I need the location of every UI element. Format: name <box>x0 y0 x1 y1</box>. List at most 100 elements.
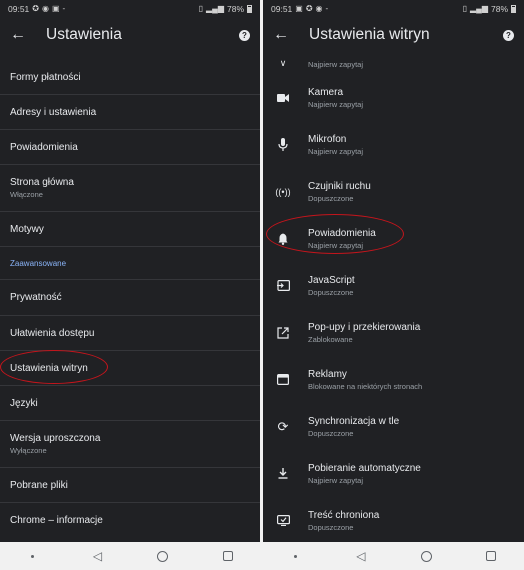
download-icon <box>273 468 293 479</box>
help-icon[interactable]: ? <box>503 29 514 41</box>
site-setting-status: Blokowane na niektórych stronach <box>308 381 423 391</box>
recents-icon <box>222 551 233 561</box>
settings-item-label: Ułatwienia dostępu <box>10 327 95 339</box>
site-setting-ads[interactable]: Reklamy Blokowane na niektórych stronach <box>263 356 524 403</box>
help-icon[interactable]: ? <box>239 29 250 41</box>
section-header-label: Zaawansowane <box>10 258 67 268</box>
nav-menu-button[interactable] <box>18 546 48 566</box>
settings-item-label: Prywatność <box>10 292 62 303</box>
settings-item-homepage[interactable]: Strona główna Włączone <box>0 165 260 212</box>
site-setting-partial[interactable]: ∨ Najpierw zapytaj <box>263 52 524 74</box>
site-setting-title: Mikrofon <box>308 133 347 145</box>
site-setting-status: Najpierw zapytaj <box>308 99 364 109</box>
home-icon <box>420 550 432 562</box>
site-setting-status: Dopuszczone <box>308 287 354 297</box>
nav-home-button[interactable] <box>148 546 178 566</box>
navigation-bar: ◁ <box>263 542 524 570</box>
battery-icon <box>511 5 516 13</box>
more-notifications-icon: - <box>325 4 329 13</box>
sync-icon: ⟳ <box>277 418 289 434</box>
app-bar: ← Ustawienia witryn ? <box>263 18 524 52</box>
settings-list: Formy płatności Adresy i ustawienia Powi… <box>0 60 260 538</box>
site-setting-automatic-downloads[interactable]: Pobieranie automatyczne Najpierw zapytaj <box>263 450 524 497</box>
site-setting-javascript[interactable]: JavaScript Dopuszczone <box>263 262 524 309</box>
nav-recents-button[interactable] <box>213 546 243 566</box>
gallery-icon: ▣ <box>51 4 60 13</box>
right-screen: 09:51 ▣ ✪ ◉ - ▯ ▂▄▆ 78% ← Ustawienia wit… <box>263 0 524 570</box>
site-setting-status: Najpierw zapytaj <box>308 240 364 250</box>
site-setting-title: Kamera <box>308 86 344 98</box>
site-setting-notifications[interactable]: Powiadomienia Najpierw zapytaj <box>263 215 524 262</box>
page-title: Ustawienia witryn <box>309 26 430 43</box>
bell-icon <box>273 233 293 245</box>
navigation-bar: ◁ <box>0 542 260 570</box>
signal-icon: ▂▄▆ <box>206 4 224 13</box>
site-setting-popups[interactable]: Pop-upy i przekierowania Zablokowane <box>263 309 524 356</box>
settings-item-lite-mode[interactable]: Wersja uproszczona Wyłączone <box>0 421 260 468</box>
page-title: Ustawienia <box>46 26 122 43</box>
chevron-down-icon: ∨ <box>279 57 287 68</box>
site-settings-list: ∨ Najpierw zapytaj Kamera Najpierw zapyt… <box>263 52 524 544</box>
nav-menu-button[interactable] <box>281 546 311 566</box>
settings-item-label: Chrome – informacje <box>10 515 103 526</box>
site-setting-title: Pobieranie automatyczne <box>308 462 421 474</box>
site-setting-status: Dopuszczone <box>308 193 354 203</box>
section-header-advanced: Zaawansowane <box>0 247 260 280</box>
notification-icon: ✪ <box>32 4 39 13</box>
microphone-icon <box>273 138 293 151</box>
protected-content-icon <box>273 515 293 526</box>
signal-icon: ▂▄▆ <box>470 4 488 13</box>
settings-item-privacy[interactable]: Prywatność <box>0 280 260 316</box>
settings-item-payment-methods[interactable]: Formy płatności <box>0 60 260 95</box>
vibrate-icon: ▯ <box>462 4 467 13</box>
settings-item-label: Języki <box>10 397 38 409</box>
site-setting-title: JavaScript <box>308 274 355 286</box>
settings-item-downloads[interactable]: Pobrane pliki <box>0 468 260 503</box>
status-time: 09:51 <box>271 4 293 14</box>
battery-percent: 78% <box>226 4 244 14</box>
settings-item-label: Wersja uproszczona <box>10 433 101 444</box>
settings-item-about-chrome[interactable]: Chrome – informacje <box>0 503 260 538</box>
settings-item-accessibility[interactable]: Ułatwienia dostępu <box>0 316 260 351</box>
nav-recents-button[interactable] <box>476 546 506 566</box>
battery-icon <box>247 5 252 13</box>
site-setting-status: Dopuszczone <box>308 428 354 438</box>
site-setting-microphone[interactable]: Mikrofon Najpierw zapytaj <box>263 121 524 168</box>
site-setting-background-sync[interactable]: ⟳ Synchronizacja w tle Dopuszczone <box>263 403 524 450</box>
back-arrow-icon[interactable]: ← <box>10 27 28 43</box>
settings-item-site-settings[interactable]: Ustawienia witryn <box>0 351 260 386</box>
back-arrow-icon[interactable]: ← <box>273 27 291 43</box>
settings-item-label: Pobrane pliki <box>10 479 68 491</box>
settings-item-addresses[interactable]: Adresy i ustawienia <box>0 95 260 130</box>
status-bar: 09:51 ✪ ◉ ▣ - ▯ ▂▄▆ 78% <box>0 0 260 18</box>
site-setting-status: Zablokowane <box>308 334 353 344</box>
site-setting-title: Treść chroniona <box>308 509 380 521</box>
site-setting-motion-sensors[interactable]: ((•)) Czujniki ruchu Dopuszczone <box>263 168 524 215</box>
ads-icon <box>273 374 293 385</box>
settings-item-notifications[interactable]: Powiadomienia <box>0 130 260 165</box>
nav-back-button[interactable]: ◁ <box>346 546 376 566</box>
dot-icon <box>31 554 34 558</box>
status-bar: 09:51 ▣ ✪ ◉ - ▯ ▂▄▆ 78% <box>263 0 524 18</box>
left-screen: 09:51 ✪ ◉ ▣ - ▯ ▂▄▆ 78% ← Ustawienia ? F… <box>0 0 260 570</box>
nav-home-button[interactable] <box>411 546 441 566</box>
nav-back-button[interactable]: ◁ <box>83 546 113 566</box>
status-time: 09:51 <box>8 4 30 14</box>
settings-item-label: Adresy i ustawienia <box>10 106 97 118</box>
settings-item-languages[interactable]: Języki <box>0 386 260 421</box>
notification-icon: ✪ <box>305 4 313 13</box>
javascript-icon <box>273 280 293 291</box>
settings-item-status: Wyłączone <box>10 446 47 455</box>
home-icon <box>157 550 168 562</box>
notification-icon: ◉ <box>41 4 49 13</box>
settings-item-themes[interactable]: Motywy <box>0 212 260 247</box>
site-setting-title: Synchronizacja w tle <box>308 415 400 427</box>
site-setting-title: Czujniki ruchu <box>308 180 371 192</box>
site-setting-status: Najpierw zapytaj <box>308 146 364 156</box>
popup-icon <box>273 326 293 339</box>
settings-item-label: Motywy <box>10 223 44 235</box>
notification-icon: ◉ <box>315 4 323 13</box>
site-setting-camera[interactable]: Kamera Najpierw zapytaj <box>263 74 524 121</box>
site-setting-protected-content[interactable]: Treść chroniona Dopuszczone <box>263 497 524 544</box>
settings-item-label: Strona główna <box>10 177 74 188</box>
